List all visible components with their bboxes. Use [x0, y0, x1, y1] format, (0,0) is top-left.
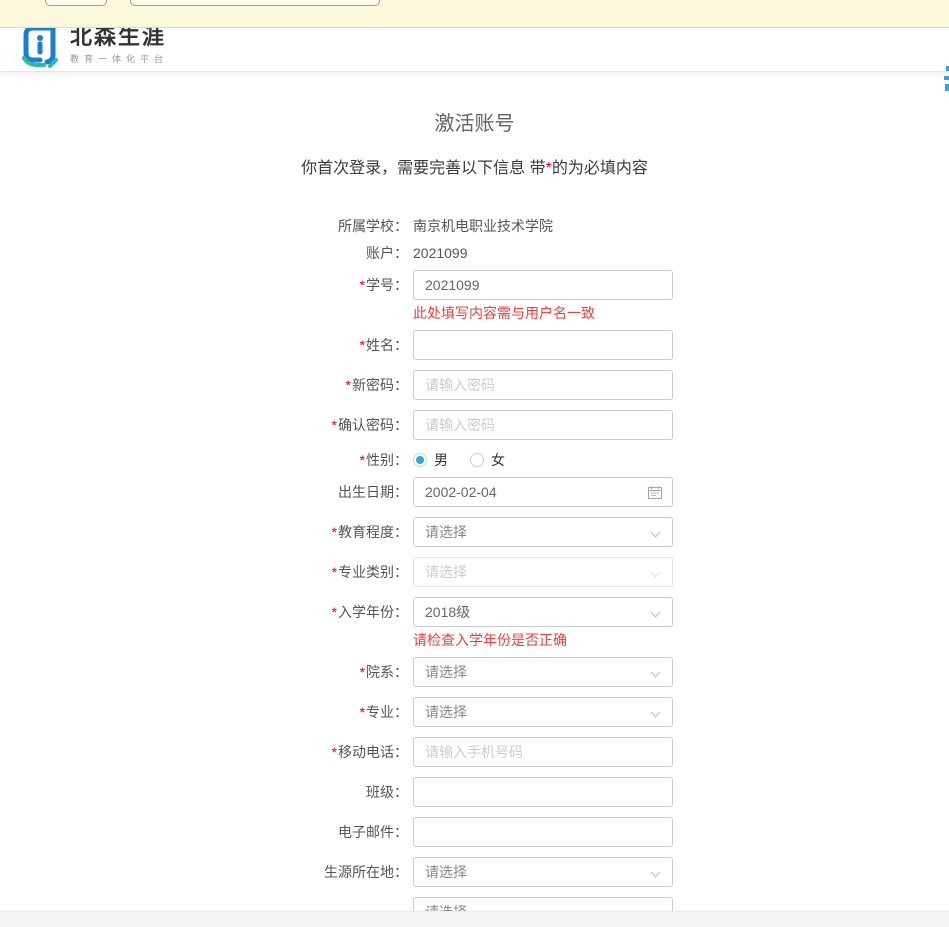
account-value: 2021099	[413, 244, 468, 261]
field-department: *院系： 请选择	[238, 657, 683, 687]
field-confirm-password: *确认密码：	[238, 410, 683, 440]
major-category-select: 请选择	[413, 557, 673, 587]
enrollment-year-error: 请检查入学年份是否正确	[413, 632, 567, 648]
gender-radio-group: 男 女	[413, 450, 527, 470]
field-major: *专业： 请选择	[238, 697, 683, 727]
student-id-error: 此处填写内容需与用户名一致	[413, 305, 595, 321]
page-title: 激活账号	[434, 113, 515, 135]
email-input[interactable]	[413, 817, 673, 847]
education-level-select[interactable]: 请选择	[413, 517, 673, 547]
field-birthdate: 出生日期： 2002-02-04	[238, 477, 683, 507]
logo-title: 北森生涯	[70, 24, 167, 49]
gender-female-radio[interactable]: 女	[470, 450, 505, 470]
field-name: *姓名：	[238, 330, 683, 360]
name-input[interactable]	[413, 330, 673, 360]
chevron-down-icon	[650, 667, 661, 678]
clipped-blue-link-icon[interactable]	[943, 64, 949, 92]
birthdate-picker[interactable]: 2002-02-04	[413, 477, 673, 507]
major-select[interactable]: 请选择	[413, 697, 673, 727]
bottom-gray-strip	[0, 911, 949, 927]
site-header: 北森生涯 教育一体化平台	[0, 22, 949, 91]
calendar-icon	[648, 486, 662, 499]
enrollment-year-select[interactable]: 2018级	[413, 597, 673, 627]
field-education-level: *教育程度： 请选择	[238, 517, 683, 547]
browser-top-strip	[0, 0, 949, 28]
field-gender: *性别： 男 女	[238, 450, 683, 470]
gender-male-radio[interactable]: 男	[413, 450, 448, 470]
field-origin-location: 生源所在地： 请选择	[238, 857, 683, 887]
chevron-down-icon	[650, 527, 661, 538]
confirm-password-input[interactable]	[413, 410, 673, 440]
field-enrollment-year: *入学年份： 2018级	[238, 597, 683, 627]
school-value: 南京机电职业技术学院	[413, 217, 553, 234]
radio-circle-icon	[470, 453, 484, 467]
header-shadow	[0, 72, 949, 78]
field-student-id: *学号：	[238, 270, 683, 300]
page-subtitle: 你首次登录，需要完善以下信息 带*的为必填内容	[301, 160, 648, 177]
class-input[interactable]	[413, 777, 673, 807]
field-major-category: *专业类别： 请选择	[238, 557, 683, 587]
student-id-input[interactable]	[413, 270, 673, 300]
beisen-logo-icon	[22, 22, 58, 68]
field-new-password: *新密码：	[238, 370, 683, 400]
field-school: 所属学校： 南京机电职业技术学院	[338, 217, 553, 234]
logo[interactable]: 北森生涯 教育一体化平台	[20, 22, 168, 68]
activation-form: 所属学校： 南京机电职业技术学院 账户： 2021099 *学号： 此处填写内容…	[238, 216, 683, 927]
field-account: 账户： 2021099	[366, 244, 468, 261]
chevron-down-icon	[650, 607, 661, 618]
radio-circle-icon	[413, 453, 427, 467]
department-select[interactable]: 请选择	[413, 657, 673, 687]
mobile-input[interactable]	[413, 737, 673, 767]
field-email: 电子邮件：	[238, 817, 683, 847]
browser-button[interactable]	[45, 0, 107, 6]
chevron-down-icon	[650, 567, 661, 578]
field-mobile: *移动电话：	[238, 737, 683, 767]
field-class: 班级：	[238, 777, 683, 807]
chevron-down-icon	[650, 867, 661, 878]
origin-location-select[interactable]: 请选择	[413, 857, 673, 887]
new-password-input[interactable]	[413, 370, 673, 400]
page: 北森生涯 教育一体化平台 激活账号 你首次登录，需要完善以下信息 带*的为必填内…	[0, 0, 949, 927]
chevron-down-icon	[650, 707, 661, 718]
browser-field[interactable]	[130, 0, 380, 6]
logo-subtitle: 教育一体化平台	[70, 54, 169, 64]
